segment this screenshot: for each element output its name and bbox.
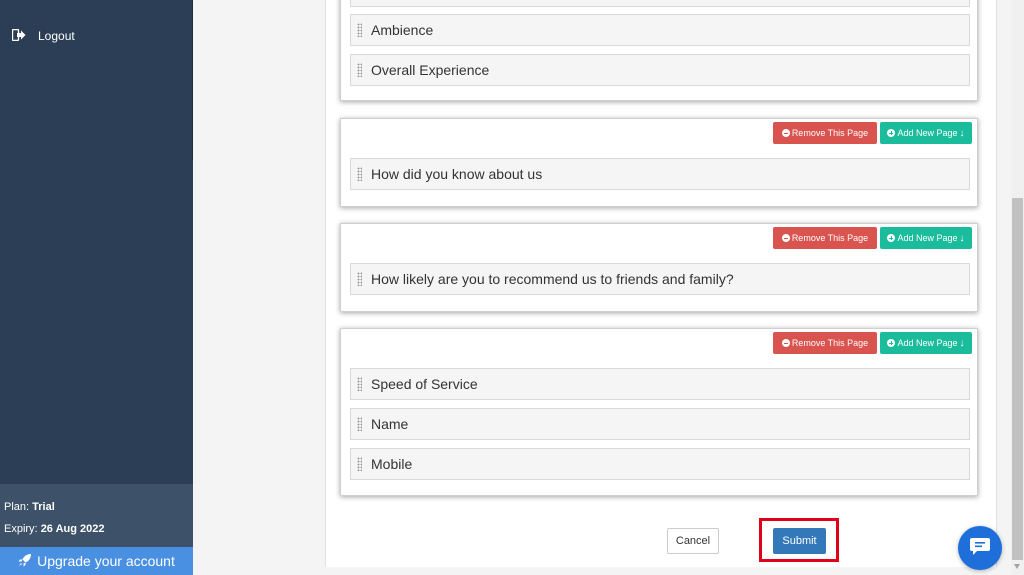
cancel-button[interactable]: Cancel — [667, 528, 719, 554]
plan-label: Plan: — [4, 501, 30, 513]
sidebar-item-logout[interactable]: Logout — [11, 27, 75, 45]
plus-circle-icon — [887, 339, 896, 347]
expiry-line: Expiry: 26 Aug 2022 — [4, 523, 104, 535]
chat-widget-button[interactable] — [958, 526, 1002, 570]
remove-page-label: Remove This Page — [791, 128, 869, 138]
plan-value: Trial — [32, 501, 55, 513]
remove-page-button[interactable]: Remove This Page — [773, 332, 877, 354]
scroll-down-arrow-icon[interactable] — [1014, 564, 1020, 569]
remove-page-label: Remove This Page — [791, 233, 869, 243]
question-row-partial[interactable] — [350, 0, 970, 7]
minus-circle-icon — [781, 234, 790, 242]
upgrade-label: Upgrade your account — [37, 553, 175, 569]
expiry-value: 26 Aug 2022 — [40, 523, 105, 535]
sign-out-icon — [11, 28, 38, 44]
minus-circle-icon — [781, 339, 790, 347]
drag-handle-icon[interactable] — [357, 63, 362, 77]
question-label: Ambience — [371, 22, 434, 38]
question-label: Mobile — [371, 456, 413, 472]
remove-page-label: Remove This Page — [791, 338, 869, 348]
sidebar-item-label: Logout — [38, 29, 75, 43]
sidebar: Logout Plan: Trial Expiry: 26 Aug 2022 U… — [0, 0, 193, 575]
add-page-button[interactable]: Add New Page ↓ — [880, 122, 972, 144]
drag-handle-icon[interactable] — [357, 377, 362, 391]
add-page-button[interactable]: Add New Page ↓ — [880, 332, 972, 354]
plan-info: Plan: Trial Expiry: 26 Aug 2022 — [0, 484, 193, 547]
arrow-down-icon: ↓ — [959, 337, 965, 349]
add-page-button[interactable]: Add New Page ↓ — [880, 227, 972, 249]
plus-circle-icon — [887, 129, 896, 137]
add-page-label: Add New Page — [897, 233, 958, 243]
page-card: Remove This Page Add New Page ↓ How like… — [340, 223, 978, 312]
drag-handle-icon[interactable] — [357, 272, 362, 286]
add-page-label: Add New Page — [897, 338, 958, 348]
question-row[interactable]: Speed of Service — [350, 368, 970, 400]
expiry-label: Expiry: — [4, 523, 38, 535]
drag-handle-icon[interactable] — [357, 417, 362, 431]
rocket-icon — [18, 553, 37, 570]
question-label: Name — [371, 416, 409, 432]
submit-button[interactable]: Submit — [773, 528, 826, 554]
drag-handle-icon[interactable] — [357, 23, 362, 37]
remove-page-button[interactable]: Remove This Page — [773, 227, 877, 249]
page-card: Remove This Page Add New Page ↓ How did … — [340, 118, 978, 207]
page-card: Remove This Page Add New Page ↓ Speed of… — [340, 328, 978, 496]
chat-icon — [969, 536, 991, 561]
arrow-down-icon: ↓ — [959, 127, 965, 139]
remove-page-button[interactable]: Remove This Page — [773, 122, 877, 144]
scrollbar-thumb[interactable] — [1012, 198, 1023, 560]
drag-handle-icon[interactable] — [357, 457, 362, 471]
upgrade-account-button[interactable]: Upgrade your account — [0, 547, 193, 575]
add-page-label: Add New Page — [897, 128, 958, 138]
drag-handle-icon[interactable] — [357, 167, 362, 181]
page-card: Ambience Overall Experience — [340, 0, 978, 101]
minus-circle-icon — [781, 129, 790, 137]
question-label: How likely are you to recommend us to fr… — [371, 271, 734, 287]
plan-line: Plan: Trial — [4, 501, 55, 513]
question-row[interactable]: How likely are you to recommend us to fr… — [350, 263, 970, 295]
question-label: Overall Experience — [371, 62, 490, 78]
question-row[interactable]: Ambience — [350, 14, 970, 46]
question-row[interactable]: Mobile — [350, 448, 970, 480]
question-label: How did you know about us — [371, 166, 543, 182]
plus-circle-icon — [887, 234, 896, 242]
question-row[interactable]: Overall Experience — [350, 54, 970, 86]
question-row[interactable]: Name — [350, 408, 970, 440]
question-label: Speed of Service — [371, 376, 478, 392]
arrow-down-icon: ↓ — [959, 232, 965, 244]
question-row[interactable]: How did you know about us — [350, 158, 970, 190]
